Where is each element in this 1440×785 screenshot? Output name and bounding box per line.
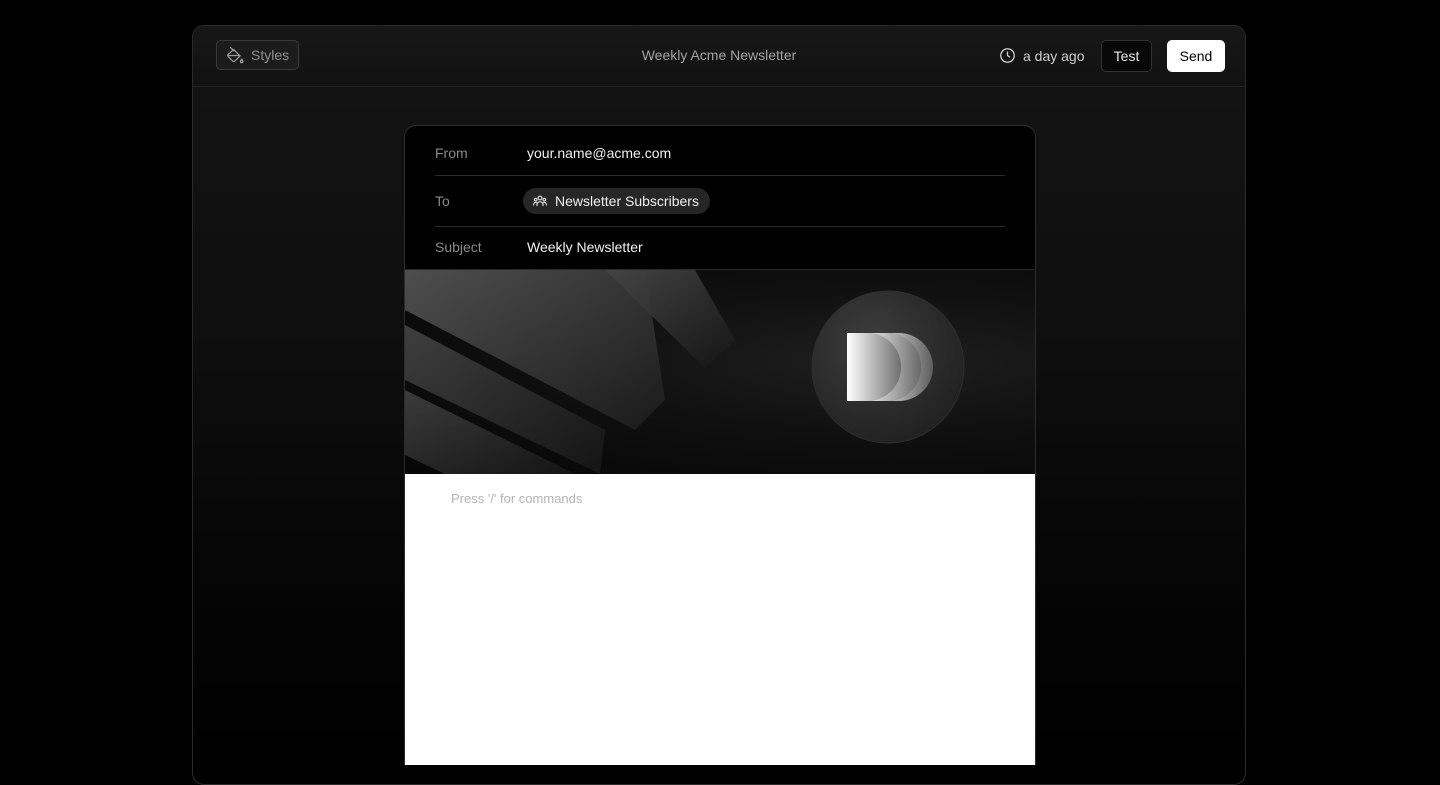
subject-field[interactable]: Subject Weekly Newsletter bbox=[435, 239, 1005, 255]
from-field[interactable]: From your.name@acme.com bbox=[435, 145, 1005, 161]
test-button[interactable]: Test bbox=[1101, 40, 1152, 72]
to-field[interactable]: To Newsletter Subscribers bbox=[435, 188, 1005, 214]
saved-time: a day ago bbox=[1023, 47, 1085, 64]
subject-label: Subject bbox=[435, 239, 482, 255]
users-group-icon bbox=[532, 193, 548, 209]
toolbar: Styles Weekly Acme Newsletter a day ago … bbox=[193, 26, 1245, 87]
email-composer: From your.name@acme.com To Newsletter Su… bbox=[404, 125, 1036, 765]
divider bbox=[435, 175, 1005, 176]
fast-forward-logo-icon bbox=[847, 333, 933, 401]
subject-value[interactable]: Weekly Newsletter bbox=[527, 239, 643, 255]
editor-placeholder: Press '/' for commands bbox=[451, 491, 583, 506]
from-value[interactable]: your.name@acme.com bbox=[527, 145, 671, 161]
last-saved-indicator: a day ago bbox=[999, 47, 1085, 64]
clock-icon bbox=[999, 47, 1016, 64]
banner-artwork bbox=[405, 270, 965, 474]
send-button[interactable]: Send bbox=[1167, 40, 1225, 72]
document-title: Weekly Acme Newsletter bbox=[641, 47, 797, 63]
divider bbox=[435, 226, 1005, 227]
recipient-label: Newsletter Subscribers bbox=[555, 193, 699, 209]
from-label: From bbox=[435, 145, 468, 161]
newsletter-banner-image[interactable] bbox=[405, 270, 1035, 474]
email-body-editor[interactable]: Press '/' for commands bbox=[405, 474, 1035, 765]
recipient-chip[interactable]: Newsletter Subscribers bbox=[523, 188, 710, 214]
to-label: To bbox=[435, 193, 450, 209]
